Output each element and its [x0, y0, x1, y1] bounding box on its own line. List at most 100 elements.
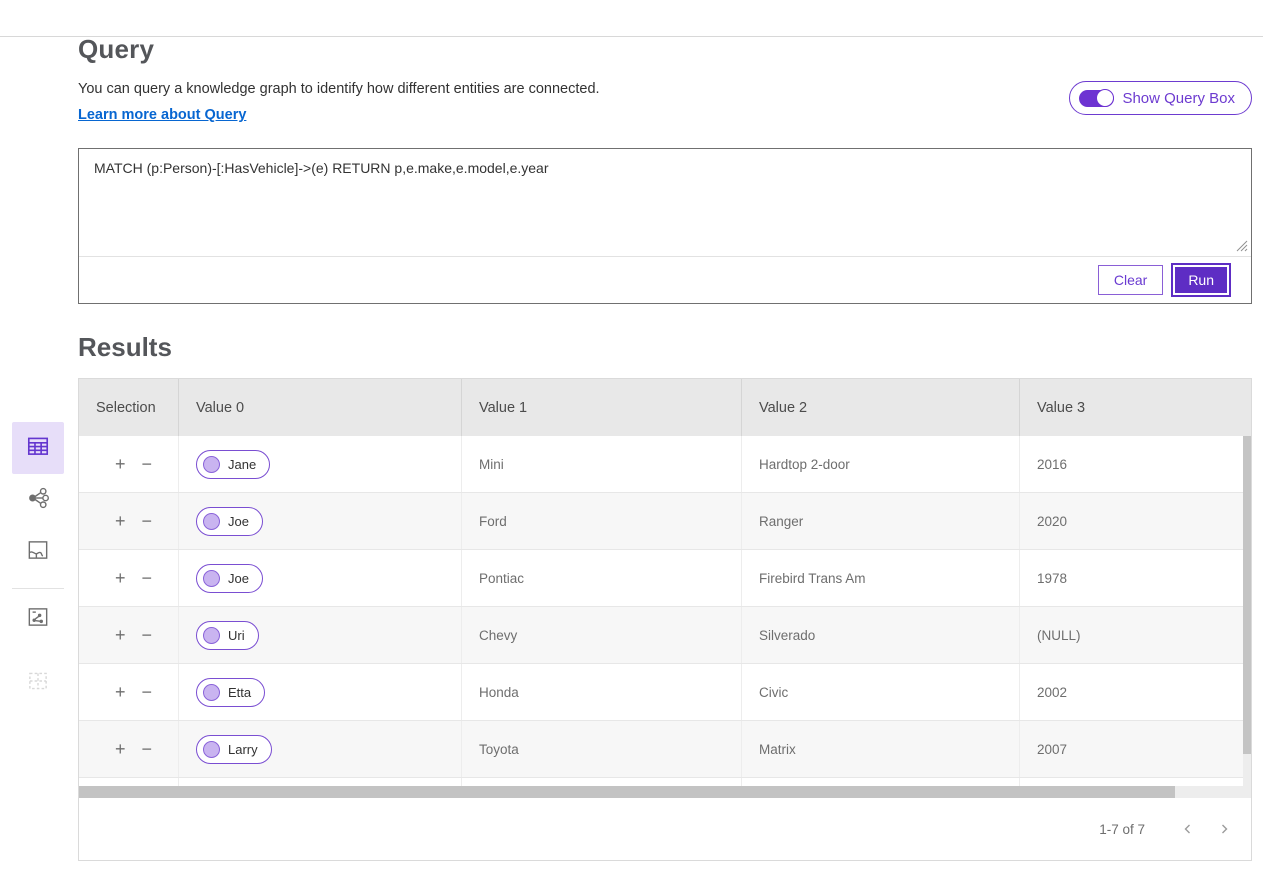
selection-cell: + −: [79, 721, 178, 777]
horizontal-scrollbar[interactable]: [79, 786, 1251, 798]
table-row: + −: [79, 778, 1243, 786]
value0-cell: Jane: [178, 436, 461, 492]
results-title: Results: [78, 332, 1252, 363]
person-node-pill[interactable]: Joe: [196, 564, 263, 593]
node-circle-icon: [203, 684, 220, 701]
model-cell: Silverado: [741, 607, 1019, 663]
add-selection-button[interactable]: +: [115, 455, 126, 473]
vertical-scrollbar-thumb[interactable]: [1243, 436, 1251, 754]
model-cell: Civic: [741, 664, 1019, 720]
query-box: MATCH (p:Person)-[:HasVehicle]->(e) RETU…: [78, 148, 1252, 304]
grid-disabled-icon: [25, 668, 51, 699]
next-page-button[interactable]: [1211, 816, 1237, 842]
make-cell: Chevy: [461, 607, 741, 663]
table-row: + − Etta Honda Civic 2002: [79, 664, 1243, 721]
clear-button[interactable]: Clear: [1098, 265, 1163, 295]
pagination-range: 1-7 of 7: [1099, 822, 1145, 837]
year-cell: 2016: [1019, 436, 1243, 492]
table-body: + − Jane Mini Hardtop 2-door 2016 + − Jo…: [79, 436, 1251, 786]
value0-cell: Joe: [178, 550, 461, 606]
map-icon: [25, 537, 51, 568]
model-cell: [741, 778, 1019, 786]
remove-selection-button[interactable]: −: [142, 512, 153, 530]
vertical-scrollbar[interactable]: [1243, 436, 1251, 786]
add-selection-button[interactable]: +: [115, 740, 126, 758]
person-node-pill[interactable]: Jane: [196, 450, 270, 479]
person-node-pill[interactable]: Joe: [196, 507, 263, 536]
person-name: Joe: [228, 514, 249, 529]
resize-handle-icon[interactable]: [1236, 240, 1248, 254]
table-row: + − Larry Toyota Matrix 2007: [79, 721, 1243, 778]
node-circle-icon: [203, 513, 220, 530]
node-circle-icon: [203, 627, 220, 644]
results-table: Selection Value 0 Value 1 Value 2 Value …: [78, 378, 1252, 861]
table-row: + − Jane Mini Hardtop 2-door 2016: [79, 436, 1243, 493]
year-cell: 2007: [1019, 721, 1243, 777]
remove-selection-button[interactable]: −: [142, 455, 153, 473]
column-header-value2: Value 2: [741, 379, 1019, 436]
table-row: + − Joe Ford Ranger 2020: [79, 493, 1243, 550]
table-body-rows: + − Jane Mini Hardtop 2-door 2016 + − Jo…: [79, 436, 1243, 786]
query-toolbar: Clear Run: [79, 256, 1251, 303]
person-name: Jane: [228, 457, 256, 472]
value0-cell: Uri: [178, 607, 461, 663]
remove-selection-button[interactable]: −: [142, 569, 153, 587]
table-footer: 1-7 of 7: [79, 798, 1251, 860]
column-header-value3: Value 3: [1019, 379, 1243, 436]
value0-cell: Larry: [178, 721, 461, 777]
node-circle-icon: [203, 570, 220, 587]
person-node-pill[interactable]: Larry: [196, 735, 272, 764]
make-cell: Toyota: [461, 721, 741, 777]
remove-selection-button[interactable]: −: [142, 740, 153, 758]
model-cell: Matrix: [741, 721, 1019, 777]
grid-view-button-disabled[interactable]: [12, 657, 64, 709]
person-name: Joe: [228, 571, 249, 586]
network-icon: [25, 485, 51, 516]
selection-cell: + −: [79, 436, 178, 492]
selection-cell: + −: [79, 664, 178, 720]
selection-cell: + −: [79, 550, 178, 606]
table-header-row: Selection Value 0 Value 1 Value 2 Value …: [79, 379, 1251, 436]
make-cell: Pontiac: [461, 550, 741, 606]
model-cell: Ranger: [741, 493, 1019, 549]
make-cell: Honda: [461, 664, 741, 720]
map-network-view-button[interactable]: [12, 593, 64, 645]
previous-page-button[interactable]: [1175, 816, 1201, 842]
table-icon: [25, 433, 51, 464]
selection-cell: + −: [79, 607, 178, 663]
sidebar-divider: [12, 588, 64, 589]
add-selection-button[interactable]: +: [115, 569, 126, 587]
person-node-pill[interactable]: Etta: [196, 678, 265, 707]
add-selection-button[interactable]: +: [115, 683, 126, 701]
table-row: + − Joe Pontiac Firebird Trans Am 1978: [79, 550, 1243, 607]
query-input[interactable]: MATCH (p:Person)-[:HasVehicle]->(e) RETU…: [79, 149, 1251, 256]
node-circle-icon: [203, 741, 220, 758]
view-switcher-sidebar: [12, 422, 64, 709]
node-circle-icon: [203, 456, 220, 473]
page-title: Query: [78, 34, 1252, 65]
table-row: + − Uri Chevy Silverado (NULL): [79, 607, 1243, 664]
person-name: Etta: [228, 685, 251, 700]
remove-selection-button[interactable]: −: [142, 683, 153, 701]
horizontal-scrollbar-thumb[interactable]: [79, 786, 1175, 798]
toggle-switch-icon: [1079, 90, 1114, 107]
run-button[interactable]: Run: [1173, 265, 1229, 295]
table-view-button[interactable]: [12, 422, 64, 474]
remove-selection-button[interactable]: −: [142, 626, 153, 644]
map-view-button[interactable]: [12, 526, 64, 578]
selection-cell: + −: [79, 778, 178, 786]
show-query-box-toggle[interactable]: Show Query Box: [1069, 81, 1252, 115]
person-node-pill[interactable]: Uri: [196, 621, 259, 650]
learn-more-link[interactable]: Learn more about Query: [78, 107, 246, 123]
make-cell: Ford: [461, 493, 741, 549]
year-cell: 2020: [1019, 493, 1243, 549]
add-selection-button[interactable]: +: [115, 626, 126, 644]
model-cell: Firebird Trans Am: [741, 550, 1019, 606]
add-selection-button[interactable]: +: [115, 512, 126, 530]
person-name: Larry: [228, 742, 258, 757]
model-cell: Hardtop 2-door: [741, 436, 1019, 492]
column-header-value0: Value 0: [178, 379, 461, 436]
make-cell: Mini: [461, 436, 741, 492]
network-view-button[interactable]: [12, 474, 64, 526]
value0-cell: [178, 778, 461, 786]
